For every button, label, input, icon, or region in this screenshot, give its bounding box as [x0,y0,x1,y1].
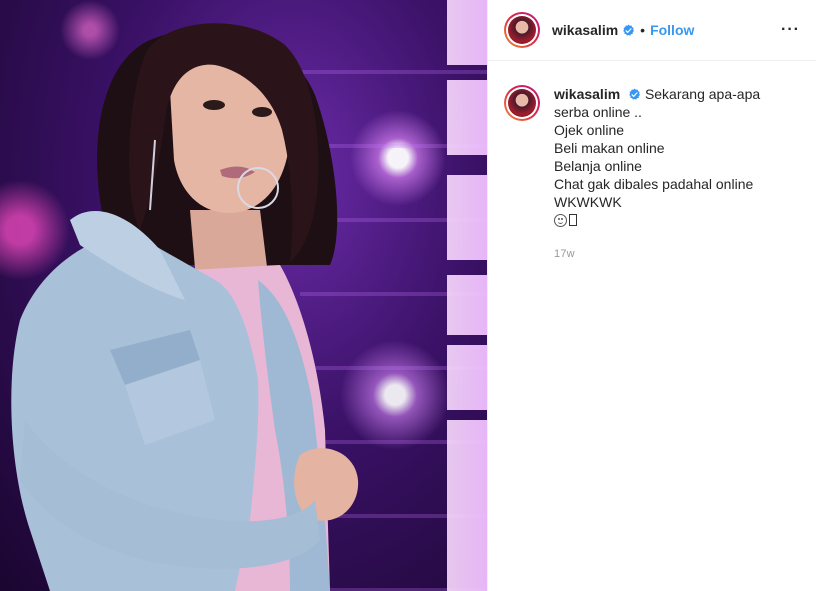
avatar-image [508,89,536,117]
caption-line: Chat gak dibales padahal online [554,176,754,192]
avatar-image [508,16,536,44]
verified-badge-icon [629,88,641,100]
avatar[interactable] [504,12,540,48]
caption-line: Beli makan online [554,140,665,156]
caption-line: Ojek online [554,122,625,138]
username-link[interactable]: wikasalim [552,22,618,38]
caption-text: wikasalim Sekarang apa-apa serba online … [554,85,784,263]
verified-badge-icon [623,24,635,36]
portrait-figure [11,23,359,591]
missing-glyph-box-icon [569,214,577,226]
post-photo[interactable] [0,0,487,591]
caption-username-link[interactable]: wikasalim [554,86,620,102]
follow-button[interactable]: Follow [650,22,694,38]
post-timestamp[interactable]: 17w [554,245,784,263]
caption-avatar[interactable] [504,85,540,121]
post-sidebar: wikasalim • Follow ··· wikasalim Sekaran… [487,0,816,591]
more-options-icon[interactable]: ··· [781,21,800,39]
caption-line: Belanja online [554,158,642,174]
separator-dot: • [640,22,646,38]
laughing-face-emoji-icon [554,214,567,227]
caption-line: WKWKWK [554,194,622,210]
caption-section: wikasalim Sekarang apa-apa serba online … [488,61,816,263]
caption-emoji-line [554,211,784,229]
post-header: wikasalim • Follow ··· [488,0,816,61]
